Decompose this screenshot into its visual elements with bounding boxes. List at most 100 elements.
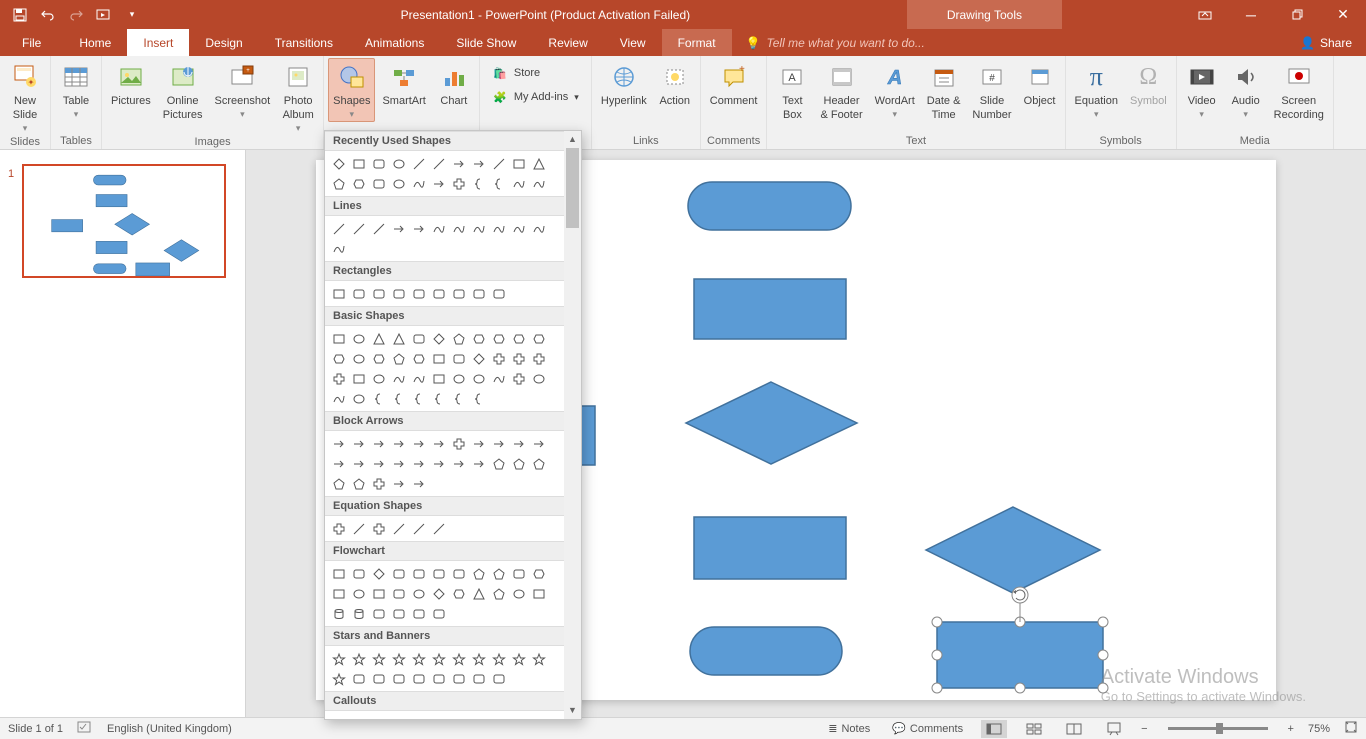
shape-terminator-2[interactable] (690, 627, 842, 675)
shape-option-star[interactable] (509, 649, 528, 668)
shape-option-rrect[interactable] (389, 284, 408, 303)
shape-option-curve[interactable] (329, 389, 348, 408)
shape-option-plus[interactable] (449, 174, 468, 193)
shape-option-rrect[interactable] (489, 284, 508, 303)
shape-option-line[interactable] (429, 519, 448, 538)
shape-option-rrect[interactable] (409, 329, 428, 348)
wordart-button[interactable]: AWordArt▾ (870, 58, 920, 122)
shapes-button[interactable]: Shapes▾ (328, 58, 375, 122)
shape-option-hex[interactable] (529, 329, 548, 348)
shape-option-rrect[interactable] (429, 564, 448, 583)
scroll-thumb[interactable] (566, 148, 579, 228)
normal-view-icon[interactable] (981, 720, 1007, 738)
my-addins-button[interactable]: 🧩My Add-ins ▾ (486, 86, 585, 108)
shape-option-line[interactable] (409, 154, 428, 173)
shape-option-brace[interactable] (489, 174, 508, 193)
shape-option-arrow[interactable] (429, 434, 448, 453)
shape-option-plus[interactable] (369, 519, 388, 538)
shape-option-oval[interactable] (509, 584, 528, 603)
shape-option-arrow[interactable] (329, 454, 348, 473)
object-button[interactable]: Object (1019, 58, 1061, 111)
shape-option-oval[interactable] (349, 349, 368, 368)
shape-option-brace[interactable] (469, 174, 488, 193)
shape-option-hex[interactable] (469, 329, 488, 348)
shape-option-curve[interactable] (389, 369, 408, 388)
share-button[interactable]: 👤Share (1286, 29, 1366, 56)
shape-option-arrow[interactable] (389, 454, 408, 473)
shape-option-pent[interactable] (449, 329, 468, 348)
shape-option-hex[interactable] (449, 584, 468, 603)
shape-option-star[interactable] (369, 649, 388, 668)
scroll-up-icon[interactable]: ▲ (564, 131, 581, 148)
pictures-button[interactable]: Pictures (106, 58, 156, 111)
shape-option-star[interactable] (409, 649, 428, 668)
shape-option-rrect[interactable] (469, 284, 488, 303)
shape-option-line[interactable] (349, 519, 368, 538)
shape-option-tri[interactable] (529, 154, 548, 173)
shape-option-oval[interactable] (449, 369, 468, 388)
tab-file[interactable]: File (0, 29, 63, 56)
shape-option-curve[interactable] (409, 369, 428, 388)
shape-option-rrect[interactable] (509, 564, 528, 583)
tab-home[interactable]: Home (63, 29, 127, 56)
shape-option-star[interactable] (389, 649, 408, 668)
shape-option-oval[interactable] (389, 174, 408, 193)
shape-decision-1[interactable] (686, 382, 857, 464)
date-time-button[interactable]: Date & Time (922, 58, 966, 125)
shape-option-line[interactable] (409, 519, 428, 538)
notes-button[interactable]: ≣Notes (824, 722, 874, 735)
shape-option-star[interactable] (329, 649, 348, 668)
slideshow-view-icon[interactable] (1101, 720, 1127, 738)
comment-button[interactable]: +Comment (705, 58, 763, 111)
shape-option-pent[interactable] (469, 564, 488, 583)
zoom-level[interactable]: 75% (1308, 723, 1330, 735)
video-button[interactable]: Video▾ (1181, 58, 1223, 122)
zoom-in-button[interactable]: + (1288, 723, 1294, 735)
shape-option-callout[interactable] (449, 714, 468, 719)
shape-option-plus[interactable] (489, 349, 508, 368)
shape-option-arrow[interactable] (409, 219, 428, 238)
shape-option-brace[interactable] (409, 389, 428, 408)
shape-option-line[interactable] (369, 219, 388, 238)
table-button[interactable]: Table▾ (55, 58, 97, 122)
tab-transitions[interactable]: Transitions (259, 29, 349, 56)
shape-option-brace[interactable] (389, 389, 408, 408)
shape-option-brace[interactable] (429, 389, 448, 408)
rotate-handle-icon[interactable] (1012, 587, 1028, 622)
tab-view[interactable]: View (604, 29, 662, 56)
slide-number-button[interactable]: #Slide Number (967, 58, 1016, 125)
shape-option-arrow[interactable] (469, 154, 488, 173)
shape-option-diamond[interactable] (469, 349, 488, 368)
header-footer-button[interactable]: Header & Footer (815, 58, 867, 125)
tab-format[interactable]: Format (662, 29, 732, 56)
shape-option-oval[interactable] (349, 389, 368, 408)
close-icon[interactable]: ✕ (1320, 0, 1366, 29)
shape-option-rect[interactable] (329, 584, 348, 603)
shape-option-oval[interactable] (409, 584, 428, 603)
shape-option-plus[interactable] (369, 474, 388, 493)
tab-animations[interactable]: Animations (349, 29, 440, 56)
screenshot-button[interactable]: +Screenshot▾ (210, 58, 276, 122)
online-pictures-button[interactable]: Online Pictures (158, 58, 208, 125)
shape-option-pent[interactable] (489, 564, 508, 583)
shape-option-rect[interactable] (509, 154, 528, 173)
new-slide-button[interactable]: ✦ New Slide▾ (4, 58, 46, 136)
shape-option-arrow[interactable] (429, 174, 448, 193)
shape-option-rect[interactable] (349, 154, 368, 173)
shape-option-pent[interactable] (329, 474, 348, 493)
zoom-slider[interactable] (1168, 727, 1268, 730)
shape-option-brace[interactable] (449, 389, 468, 408)
shape-option-rrect[interactable] (429, 284, 448, 303)
shape-option-plus[interactable] (509, 369, 528, 388)
shape-option-arrow[interactable] (349, 454, 368, 473)
shape-option-brace[interactable] (369, 389, 388, 408)
shape-option-arrow[interactable] (529, 434, 548, 453)
shape-option-rrect[interactable] (369, 174, 388, 193)
language-indicator[interactable]: English (United Kingdom) (107, 723, 232, 735)
shape-option-star[interactable] (469, 649, 488, 668)
shape-option-callout[interactable] (329, 714, 348, 719)
reading-view-icon[interactable] (1061, 720, 1087, 738)
undo-icon[interactable] (36, 3, 60, 27)
shape-option-rrect[interactable] (349, 669, 368, 688)
shape-option-oval[interactable] (349, 329, 368, 348)
